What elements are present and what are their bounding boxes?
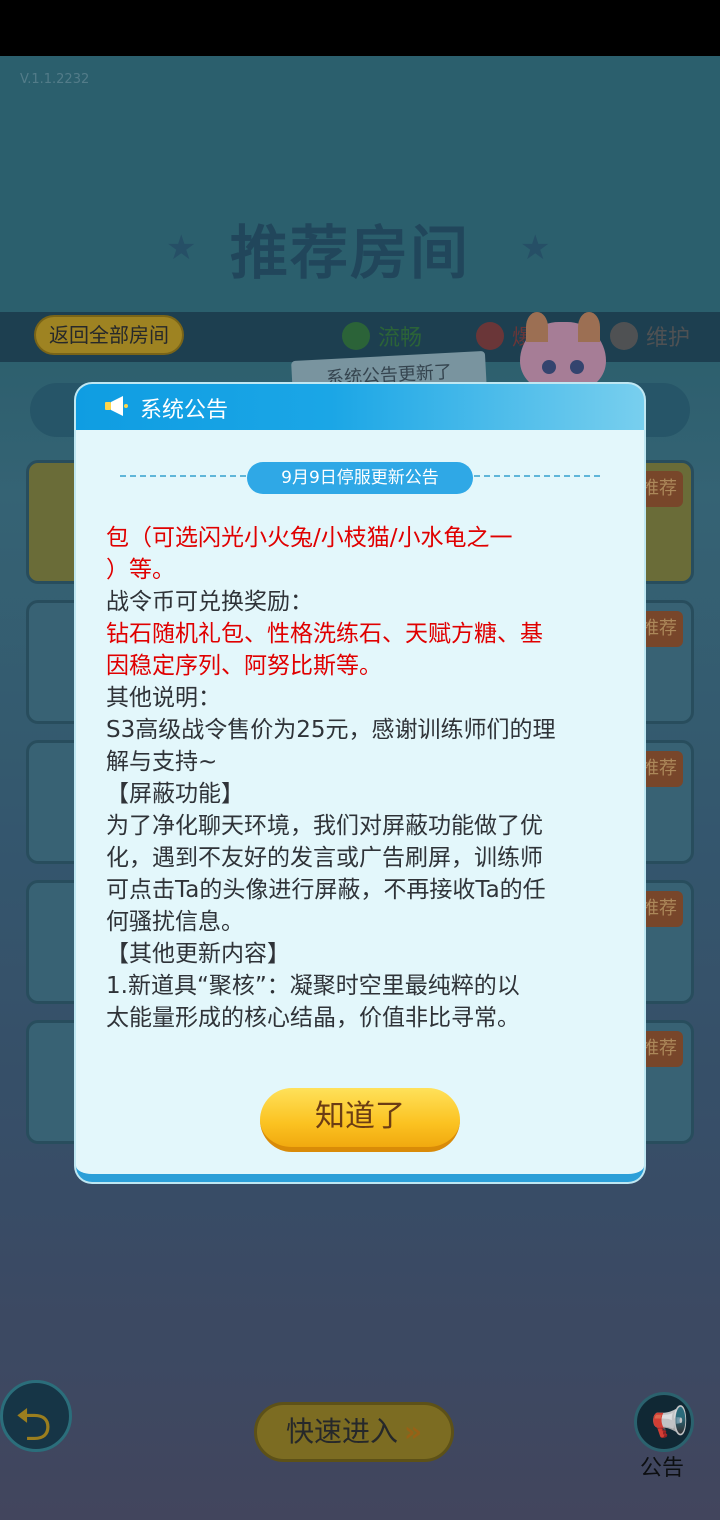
announcement-line: 化，遇到不友好的发言或广告刷屏，训练师: [106, 845, 543, 871]
announcement-line: 何骚扰信息。: [106, 909, 244, 935]
announcement-line: 因稳定序列、阿努比斯等。: [106, 653, 382, 679]
announcement-line: 为了净化聊天环境，我们对屏蔽功能做了优: [106, 813, 543, 839]
announcement-line: S3高级战令售价为25元，感谢训练师们的理: [106, 717, 556, 743]
announcement-line: 解与支持~: [106, 749, 218, 775]
divider-right: [474, 475, 600, 477]
dialog-subtitle: 9月9日停服更新公告: [247, 462, 473, 494]
announcement-line: 其他说明：: [106, 685, 221, 711]
divider-left: [120, 475, 246, 477]
announcement-line: 战令币可兑换奖励：: [106, 589, 313, 615]
acknowledge-button[interactable]: 知道了: [260, 1088, 460, 1152]
announcement-dialog: 系统公告 9月9日停服更新公告 包（可选闪光小火兔/小枝猫/小水龟之一 ）等。战令…: [76, 384, 644, 1182]
announcement-line: ）等。: [106, 557, 175, 583]
announcement-line: 1.新道具“聚核”：凝聚时空里最纯粹的以: [106, 973, 520, 999]
dialog-header: 系统公告: [76, 384, 644, 430]
announcement-line: 钻石随机礼包、性格洗练石、天赋方糖、基: [106, 621, 543, 647]
megaphone-icon: [105, 396, 128, 416]
dialog-title: 系统公告: [140, 398, 229, 423]
announcement-line: 太能量形成的核心结晶，价值非比寻常。: [106, 1005, 520, 1031]
announcement-line: 【其他更新内容】: [106, 941, 290, 967]
status-bar: [0, 0, 720, 56]
announcement-line: 包（可选闪光小火兔/小枝猫/小水龟之一: [106, 525, 513, 551]
announcement-content[interactable]: 包（可选闪光小火兔/小枝猫/小水龟之一 ）等。战令币可兑换奖励： 钻石随机礼包、性格…: [106, 522, 616, 1034]
announcement-line: 【屏蔽功能】: [106, 781, 244, 807]
announcement-line: 可点击Ta的头像进行屏蔽，不再接收Ta的任: [106, 877, 546, 903]
